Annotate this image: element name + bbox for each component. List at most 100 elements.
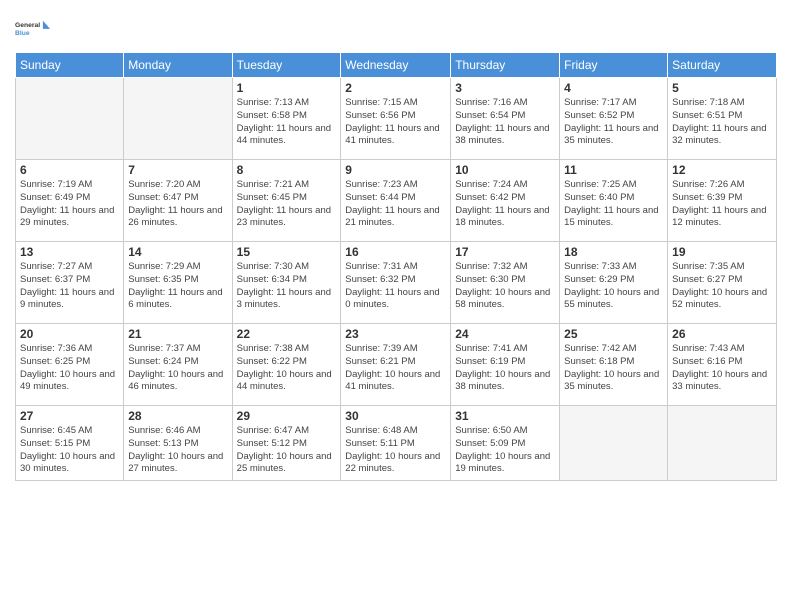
day-info: Sunrise: 7:29 AM Sunset: 6:35 PM Dayligh…	[128, 261, 227, 312]
day-info: Sunrise: 7:32 AM Sunset: 6:30 PM Dayligh…	[455, 261, 555, 312]
day-number: 3	[455, 81, 555, 95]
day-info: Sunrise: 6:48 AM Sunset: 5:11 PM Dayligh…	[345, 425, 446, 476]
day-info: Sunrise: 7:33 AM Sunset: 6:29 PM Dayligh…	[564, 261, 663, 312]
day-info: Sunrise: 7:31 AM Sunset: 6:32 PM Dayligh…	[345, 261, 446, 312]
day-number: 21	[128, 327, 227, 341]
logo-icon: GeneralBlue	[15, 10, 51, 46]
calendar-cell: 6 Sunrise: 7:19 AM Sunset: 6:49 PM Daylig…	[16, 160, 124, 242]
day-number: 15	[237, 245, 337, 259]
calendar-cell: 7 Sunrise: 7:20 AM Sunset: 6:47 PM Daylig…	[124, 160, 232, 242]
day-number: 24	[455, 327, 555, 341]
calendar-cell	[124, 78, 232, 160]
calendar-week-row: 6 Sunrise: 7:19 AM Sunset: 6:49 PM Daylig…	[16, 160, 777, 242]
svg-text:General: General	[15, 22, 40, 29]
calendar-cell: 18 Sunrise: 7:33 AM Sunset: 6:29 PM Dayli…	[560, 242, 668, 324]
day-info: Sunrise: 7:35 AM Sunset: 6:27 PM Dayligh…	[672, 261, 772, 312]
day-number: 9	[345, 163, 446, 177]
day-info: Sunrise: 6:45 AM Sunset: 5:15 PM Dayligh…	[20, 425, 119, 476]
calendar-cell: 13 Sunrise: 7:27 AM Sunset: 6:37 PM Dayli…	[16, 242, 124, 324]
day-info: Sunrise: 7:36 AM Sunset: 6:25 PM Dayligh…	[20, 343, 119, 394]
day-number: 18	[564, 245, 663, 259]
day-number: 29	[237, 409, 337, 423]
calendar-week-row: 20 Sunrise: 7:36 AM Sunset: 6:25 PM Dayli…	[16, 324, 777, 406]
day-of-week-header: Friday	[560, 53, 668, 78]
day-number: 6	[20, 163, 119, 177]
day-number: 7	[128, 163, 227, 177]
day-number: 28	[128, 409, 227, 423]
calendar-cell	[16, 78, 124, 160]
svg-text:Blue: Blue	[15, 30, 30, 37]
day-number: 16	[345, 245, 446, 259]
day-of-week-header: Thursday	[451, 53, 560, 78]
day-number: 27	[20, 409, 119, 423]
day-info: Sunrise: 7:30 AM Sunset: 6:34 PM Dayligh…	[237, 261, 337, 312]
day-info: Sunrise: 7:17 AM Sunset: 6:52 PM Dayligh…	[564, 97, 663, 148]
calendar-cell: 28Sunrise: 6:46 AM Sunset: 5:13 PM Dayli…	[124, 406, 232, 481]
day-info: Sunrise: 7:20 AM Sunset: 6:47 PM Dayligh…	[128, 179, 227, 230]
calendar-cell: 19 Sunrise: 7:35 AM Sunset: 6:27 PM Dayli…	[668, 242, 777, 324]
day-info: Sunrise: 7:41 AM Sunset: 6:19 PM Dayligh…	[455, 343, 555, 394]
day-number: 17	[455, 245, 555, 259]
calendar-cell: 15 Sunrise: 7:30 AM Sunset: 6:34 PM Dayli…	[232, 242, 341, 324]
day-info: Sunrise: 7:39 AM Sunset: 6:21 PM Dayligh…	[345, 343, 446, 394]
day-number: 5	[672, 81, 772, 95]
day-info: Sunrise: 7:26 AM Sunset: 6:39 PM Dayligh…	[672, 179, 772, 230]
day-of-week-header: Sunday	[16, 53, 124, 78]
day-info: Sunrise: 7:15 AM Sunset: 6:56 PM Dayligh…	[345, 97, 446, 148]
calendar-week-row: 27 Sunrise: 6:45 AM Sunset: 5:15 PM Dayli…	[16, 406, 777, 481]
day-number: 12	[672, 163, 772, 177]
calendar-cell: 20 Sunrise: 7:36 AM Sunset: 6:25 PM Dayli…	[16, 324, 124, 406]
header: GeneralBlue	[15, 10, 777, 46]
calendar-cell: 31Sunrise: 6:50 AM Sunset: 5:09 PM Dayli…	[451, 406, 560, 481]
calendar-cell: 1 Sunrise: 7:13 AM Sunset: 6:58 PM Daylig…	[232, 78, 341, 160]
day-number: 23	[345, 327, 446, 341]
calendar-cell: 12 Sunrise: 7:26 AM Sunset: 6:39 PM Dayli…	[668, 160, 777, 242]
day-info: Sunrise: 6:47 AM Sunset: 5:12 PM Dayligh…	[237, 425, 337, 476]
day-number: 2	[345, 81, 446, 95]
day-number: 8	[237, 163, 337, 177]
day-info: Sunrise: 7:38 AM Sunset: 6:22 PM Dayligh…	[237, 343, 337, 394]
calendar-cell: 10 Sunrise: 7:24 AM Sunset: 6:42 PM Dayli…	[451, 160, 560, 242]
day-info: Sunrise: 7:16 AM Sunset: 6:54 PM Dayligh…	[455, 97, 555, 148]
calendar-cell: 22 Sunrise: 7:38 AM Sunset: 6:22 PM Dayli…	[232, 324, 341, 406]
day-number: 13	[20, 245, 119, 259]
day-info: Sunrise: 7:13 AM Sunset: 6:58 PM Dayligh…	[237, 97, 337, 148]
day-number: 19	[672, 245, 772, 259]
day-of-week-header: Tuesday	[232, 53, 341, 78]
day-info: Sunrise: 7:27 AM Sunset: 6:37 PM Dayligh…	[20, 261, 119, 312]
day-info: Sunrise: 7:25 AM Sunset: 6:40 PM Dayligh…	[564, 179, 663, 230]
calendar-cell: 14 Sunrise: 7:29 AM Sunset: 6:35 PM Dayli…	[124, 242, 232, 324]
calendar-cell: 9Sunrise: 7:23 AM Sunset: 6:44 PM Daylig…	[341, 160, 451, 242]
day-number: 10	[455, 163, 555, 177]
day-info: Sunrise: 7:37 AM Sunset: 6:24 PM Dayligh…	[128, 343, 227, 394]
day-of-week-header: Wednesday	[341, 53, 451, 78]
calendar-cell: 5 Sunrise: 7:18 AM Sunset: 6:51 PM Daylig…	[668, 78, 777, 160]
calendar-cell: 3 Sunrise: 7:16 AM Sunset: 6:54 PM Daylig…	[451, 78, 560, 160]
day-number: 25	[564, 327, 663, 341]
day-number: 31	[455, 409, 555, 423]
day-number: 20	[20, 327, 119, 341]
calendar-cell: 29 Sunrise: 6:47 AM Sunset: 5:12 PM Dayli…	[232, 406, 341, 481]
day-info: Sunrise: 7:18 AM Sunset: 6:51 PM Dayligh…	[672, 97, 772, 148]
day-number: 14	[128, 245, 227, 259]
calendar-cell: 16 Sunrise: 7:31 AM Sunset: 6:32 PM Dayli…	[341, 242, 451, 324]
calendar-cell: 27 Sunrise: 6:45 AM Sunset: 5:15 PM Dayli…	[16, 406, 124, 481]
calendar-cell: 26 Sunrise: 7:43 AM Sunset: 6:16 PM Dayli…	[668, 324, 777, 406]
page: GeneralBlue SundayMondayTuesdayWednesday…	[0, 0, 792, 491]
calendar-cell: 24 Sunrise: 7:41 AM Sunset: 6:19 PM Dayli…	[451, 324, 560, 406]
day-info: Sunrise: 7:42 AM Sunset: 6:18 PM Dayligh…	[564, 343, 663, 394]
day-info: Sunrise: 7:19 AM Sunset: 6:49 PM Dayligh…	[20, 179, 119, 230]
calendar-header-row: SundayMondayTuesdayWednesdayThursdayFrid…	[16, 53, 777, 78]
calendar-week-row: 13 Sunrise: 7:27 AM Sunset: 6:37 PM Dayli…	[16, 242, 777, 324]
day-number: 26	[672, 327, 772, 341]
day-info: Sunrise: 7:24 AM Sunset: 6:42 PM Dayligh…	[455, 179, 555, 230]
day-number: 1	[237, 81, 337, 95]
calendar-cell: 23 Sunrise: 7:39 AM Sunset: 6:21 PM Dayli…	[341, 324, 451, 406]
calendar-cell	[668, 406, 777, 481]
day-info: Sunrise: 7:21 AM Sunset: 6:45 PM Dayligh…	[237, 179, 337, 230]
day-number: 22	[237, 327, 337, 341]
calendar-cell: 17 Sunrise: 7:32 AM Sunset: 6:30 PM Dayli…	[451, 242, 560, 324]
calendar-cell: 25 Sunrise: 7:42 AM Sunset: 6:18 PM Dayli…	[560, 324, 668, 406]
day-info: Sunrise: 7:43 AM Sunset: 6:16 PM Dayligh…	[672, 343, 772, 394]
calendar-cell: 8 Sunrise: 7:21 AM Sunset: 6:45 PM Daylig…	[232, 160, 341, 242]
